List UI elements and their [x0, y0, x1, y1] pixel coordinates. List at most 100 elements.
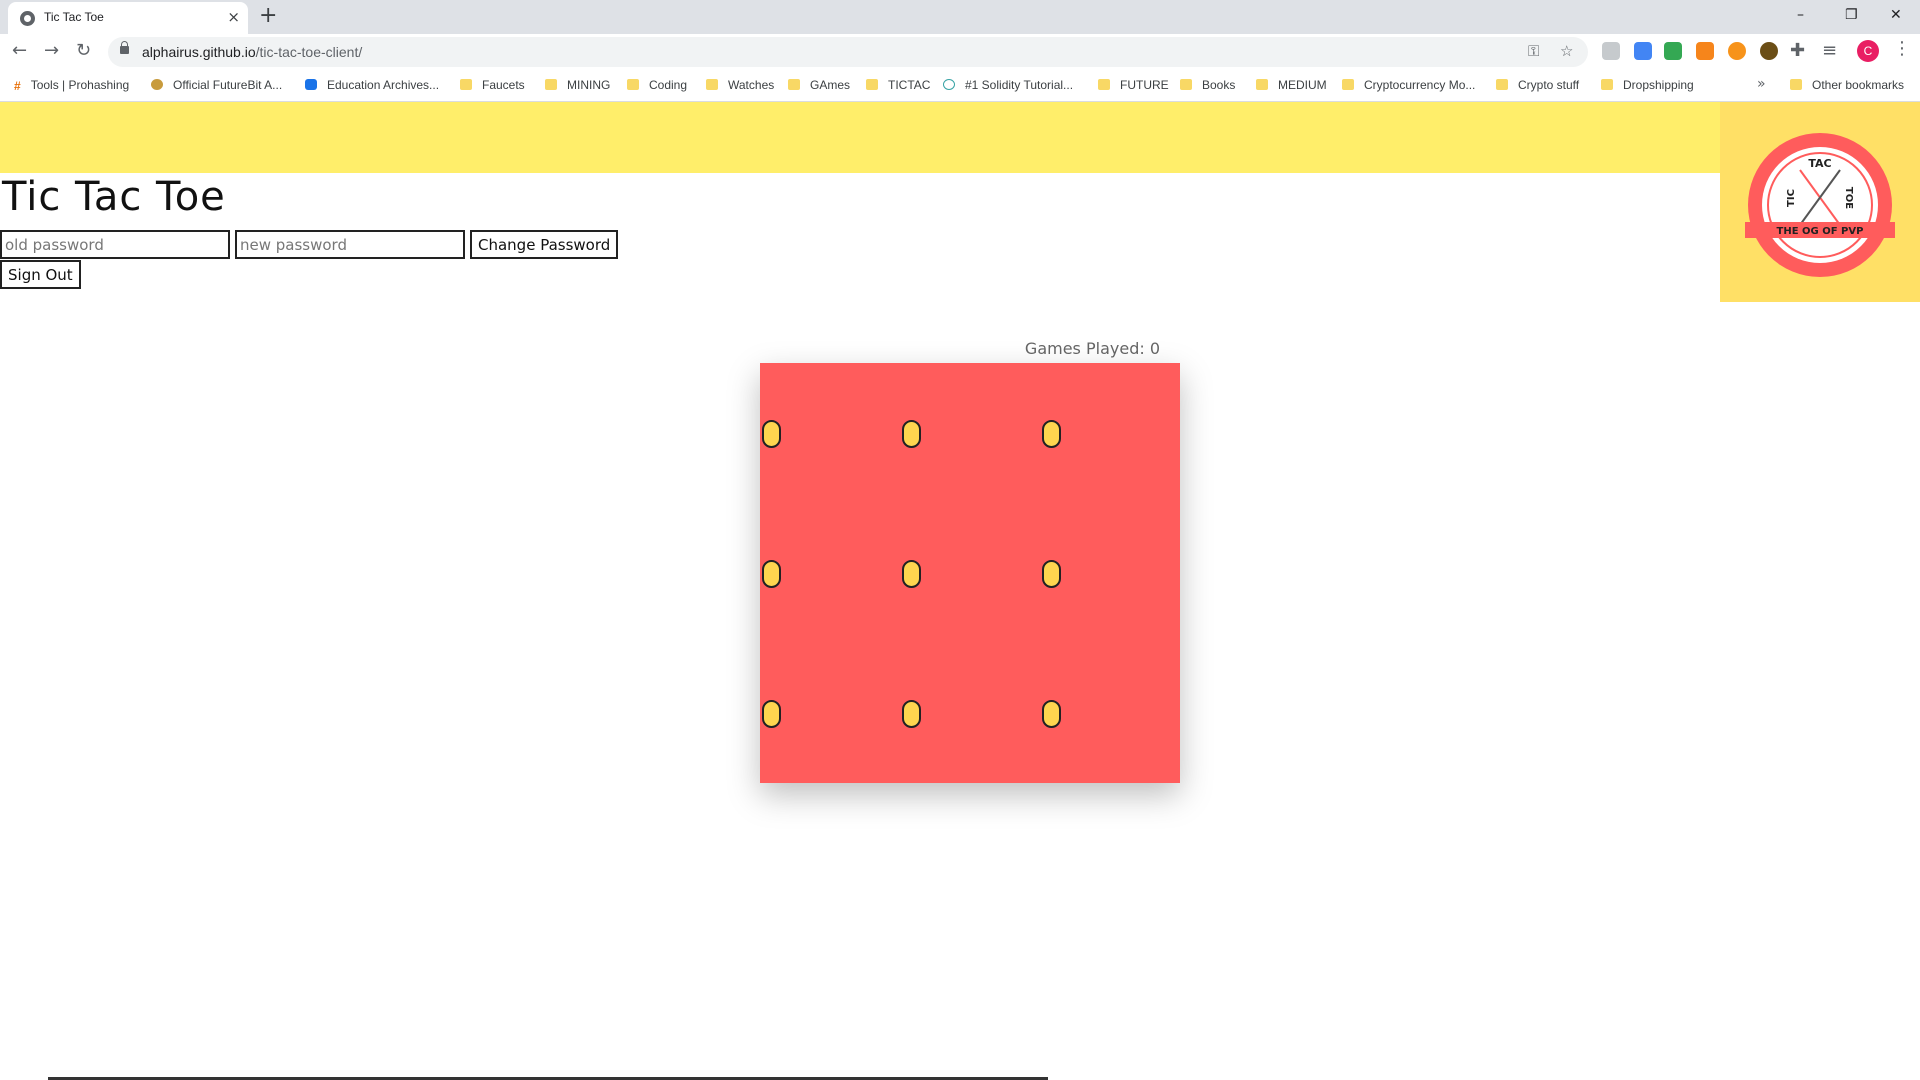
svg-text:THE OG OF PVP: THE OG OF PVP — [1777, 226, 1864, 237]
folder-icon — [788, 79, 800, 90]
url-path: /tic-tac-toe-client/ — [255, 44, 363, 60]
board-cell[interactable] — [900, 503, 1040, 643]
board-cell[interactable] — [1040, 363, 1180, 503]
games-played-counter: Games Played: 0 — [760, 335, 1180, 363]
key-icon[interactable]: ⚿ — [1528, 42, 1539, 60]
svg-text:TIC: TIC — [1786, 189, 1797, 207]
bookmark-item[interactable]: #1 Solidity Tutorial... — [943, 78, 1073, 92]
bookmark-item[interactable]: GAmes — [788, 78, 850, 92]
board-cell[interactable] — [1040, 503, 1180, 643]
other-bookmarks[interactable]: Other bookmarks — [1790, 78, 1904, 92]
bookmark-label: GAmes — [810, 78, 851, 92]
game-board — [760, 363, 1180, 783]
cell-marker — [902, 560, 921, 588]
bookmark-item[interactable]: MEDIUM — [1256, 78, 1327, 92]
bookmark-label: Coding — [649, 78, 688, 92]
folder-icon — [1790, 79, 1802, 90]
tab-title: Tic Tac Toe — [44, 10, 104, 24]
cell-marker — [762, 700, 781, 728]
hash-icon: # — [14, 79, 21, 93]
new-password-input[interactable] — [235, 230, 465, 259]
board-cell[interactable] — [1040, 643, 1180, 783]
sol-icon — [943, 79, 955, 90]
bookmark-item[interactable]: Books — [1180, 78, 1235, 92]
back-arrow-icon[interactable]: ← — [12, 40, 27, 62]
reload-icon[interactable]: ↻ — [76, 40, 91, 62]
bookmark-item[interactable]: Dropshipping — [1601, 78, 1694, 92]
cast-icon[interactable] — [1602, 42, 1620, 60]
browser-toolbar: ← → ↻ alphairus.github.io/tic-tac-toe-cl… — [0, 34, 1920, 70]
bookmark-item[interactable]: Crypto stuff — [1496, 78, 1579, 92]
extension-pen-icon[interactable] — [1634, 42, 1652, 60]
bookmark-item[interactable]: FUTURE — [1098, 78, 1169, 92]
board-cell[interactable] — [760, 643, 900, 783]
lock-icon — [120, 41, 129, 54]
reading-list-icon[interactable]: ≡ — [1822, 40, 1837, 62]
board-cell[interactable] — [760, 363, 900, 503]
restore-button[interactable]: ❐ — [1845, 5, 1858, 25]
metamask-icon[interactable] — [1696, 42, 1714, 60]
coin-icon — [151, 79, 163, 90]
board-cell[interactable] — [760, 503, 900, 643]
bookmark-label: TICTAC — [888, 78, 931, 92]
cell-marker — [902, 700, 921, 728]
bookmark-label: FUTURE — [1120, 78, 1169, 92]
bookmark-label: Official FutureBit A... — [173, 78, 283, 92]
page-title: Tic Tac Toe — [2, 174, 226, 220]
bookmarks-overflow-icon[interactable]: » — [1757, 76, 1766, 92]
sign-out-button[interactable]: Sign Out — [0, 260, 81, 289]
svg-text:TAC: TAC — [1808, 157, 1831, 170]
tab-tic-tac-toe[interactable]: Tic Tac Toe × — [8, 2, 248, 34]
star-icon[interactable]: ☆ — [1560, 42, 1573, 60]
menu-dots-icon[interactable]: ⋮ — [1893, 38, 1911, 59]
bookmark-item[interactable]: TICTAC — [866, 78, 930, 92]
folder-icon — [1342, 79, 1354, 90]
extension-grid-icon[interactable] — [1664, 42, 1682, 60]
address-bar[interactable]: alphairus.github.io/tic-tac-toe-client/ … — [108, 37, 1588, 67]
cell-marker — [1042, 420, 1061, 448]
extension-coin-icon[interactable] — [1760, 42, 1778, 60]
bookmark-label: MEDIUM — [1278, 78, 1327, 92]
forward-arrow-icon[interactable]: → — [44, 40, 59, 62]
bookmark-item[interactable]: Official FutureBit A... — [151, 78, 282, 92]
close-window-button[interactable]: ✕ — [1890, 5, 1902, 25]
url-host: alphairus.github.io — [142, 44, 256, 60]
old-password-input[interactable] — [0, 230, 230, 259]
bookmarks-bar: Dropshipping Crypto stuff Cryptocurrency M… — [0, 70, 1920, 102]
board-cell[interactable] — [900, 363, 1040, 503]
logo-panel: TAC TIC TOE THE OG OF PVP — [1720, 102, 1920, 302]
url-text: alphairus.github.io/tic-tac-toe-client/ — [142, 44, 362, 60]
bookmark-label: Cryptocurrency Mo... — [1364, 78, 1476, 92]
bookmark-label: Tools | Prohashing — [30, 78, 130, 92]
tab-close-icon[interactable]: × — [227, 8, 240, 26]
bookmark-label: Books — [1202, 78, 1236, 92]
edu-icon — [305, 79, 317, 90]
folder-icon — [627, 79, 639, 90]
bitcoin-extension-icon[interactable] — [1728, 42, 1746, 60]
cell-marker — [762, 420, 781, 448]
profile-avatar[interactable]: C — [1857, 40, 1879, 62]
bookmark-label: MINING — [567, 78, 611, 92]
bookmark-item[interactable]: Coding — [627, 78, 687, 92]
bookmark-label: Watches — [728, 78, 775, 92]
folder-icon — [1256, 79, 1268, 90]
change-password-button[interactable]: Change Password — [470, 230, 619, 259]
new-tab-button[interactable]: + — [259, 4, 277, 28]
minimize-button[interactable]: – — [1797, 5, 1804, 25]
svg-text:TOE: TOE — [1843, 187, 1854, 209]
bookmark-item[interactable]: # Tools | Prohashing — [14, 78, 130, 93]
bookmark-item[interactable]: Watches — [706, 78, 774, 92]
bookmark-item[interactable]: Cryptocurrency Mo... — [1342, 78, 1475, 92]
bookmark-label: #1 Solidity Tutorial... — [965, 78, 1074, 92]
folder-icon — [866, 79, 878, 90]
folder-icon — [1098, 79, 1110, 90]
puzzle-icon[interactable]: ✚ — [1790, 40, 1805, 62]
folder-icon — [706, 79, 718, 90]
board-cell[interactable] — [900, 643, 1040, 783]
page-content: TAC TIC TOE THE OG OF PVP Tic Tac Toe Ch… — [0, 102, 1920, 1080]
bookmark-item[interactable]: MINING — [545, 78, 610, 92]
bookmark-item[interactable]: Education Archives... — [305, 78, 439, 92]
folder-icon — [1496, 79, 1508, 90]
globe-icon — [20, 11, 35, 26]
bookmark-item[interactable]: Faucets — [460, 78, 525, 92]
